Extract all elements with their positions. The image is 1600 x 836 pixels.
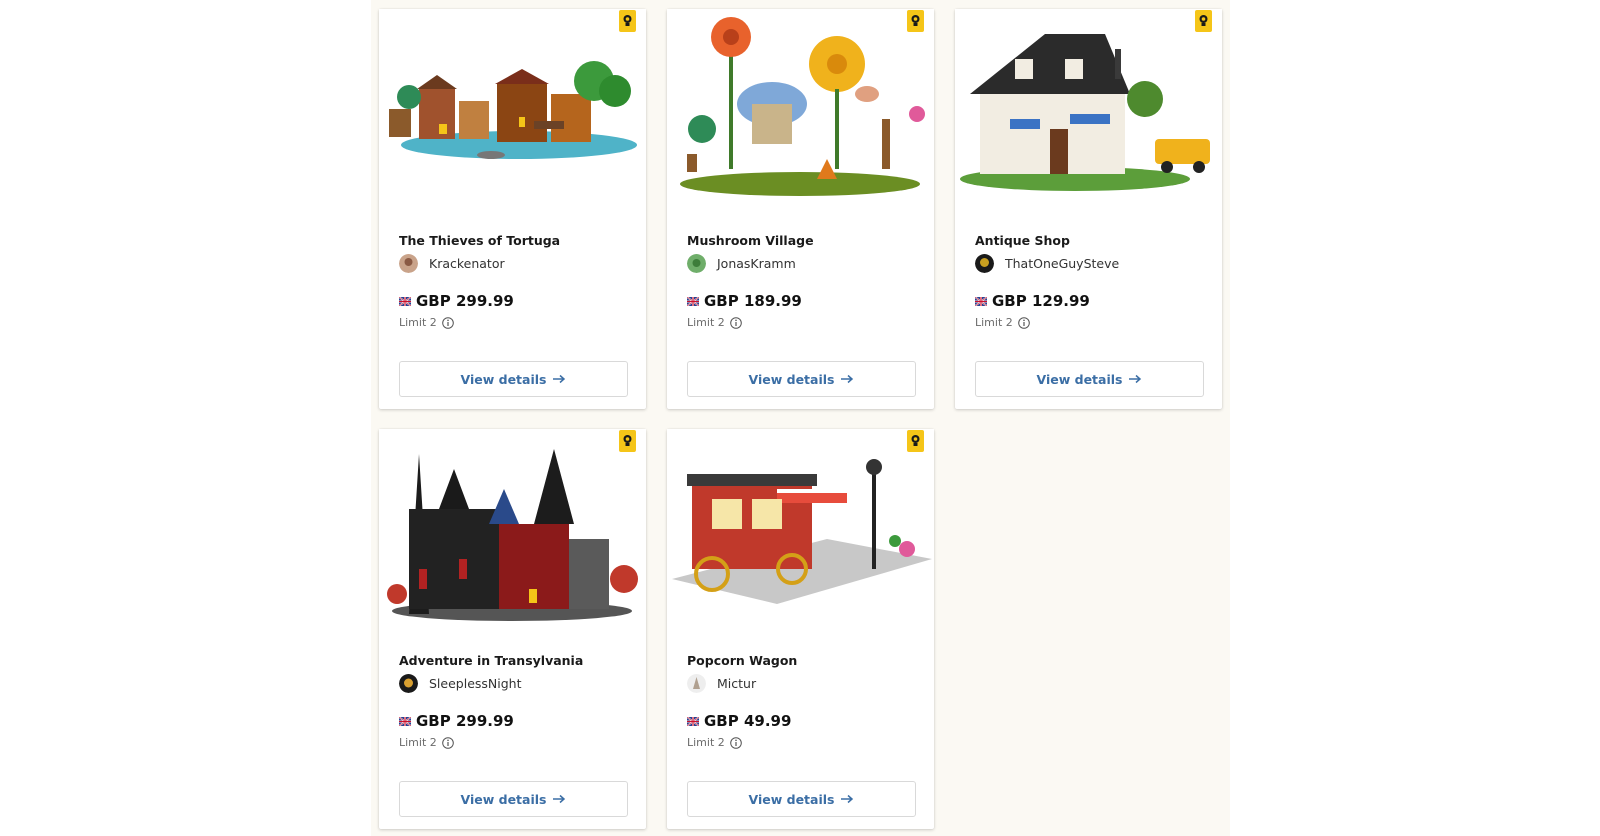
avatar	[399, 254, 418, 273]
creator-name[interactable]: Krackenator	[429, 256, 505, 271]
creator-info[interactable]: JonasKramm	[687, 254, 796, 273]
limit-label: Limit 2	[399, 316, 437, 329]
price: GBP 49.99	[687, 712, 791, 730]
ideas-badge	[1195, 10, 1212, 32]
product-title[interactable]: Antique Shop	[975, 233, 1070, 248]
lightbulb-icon	[623, 435, 632, 446]
lightbulb-icon	[911, 15, 920, 26]
arrow-right-icon	[553, 374, 566, 384]
limit-label: Limit 2	[399, 736, 437, 749]
product-image[interactable]	[667, 9, 934, 214]
price: GBP 129.99	[975, 292, 1090, 310]
avatar	[687, 674, 706, 693]
limit-label: Limit 2	[975, 316, 1013, 329]
price-value: GBP 129.99	[992, 292, 1090, 310]
product-title[interactable]: Mushroom Village	[687, 233, 814, 248]
avatar	[399, 674, 418, 693]
view-details-button[interactable]: View details	[975, 361, 1204, 397]
creator-info[interactable]: Krackenator	[399, 254, 505, 273]
ideas-badge	[907, 430, 924, 452]
product-image[interactable]	[379, 9, 646, 214]
uk-flag-icon	[687, 296, 699, 306]
purchase-limit: Limit 2	[975, 316, 1030, 329]
view-details-label: View details	[1036, 371, 1123, 387]
price-value: GBP 49.99	[704, 712, 792, 730]
price-value: GBP 189.99	[704, 292, 802, 310]
product-image[interactable]	[667, 429, 934, 634]
product-card[interactable]: Popcorn Wagon Mictur GBP 49.99 Limit 2 V…	[667, 429, 934, 829]
info-icon[interactable]	[729, 736, 742, 749]
view-details-button[interactable]: View details	[399, 781, 628, 817]
info-icon[interactable]	[441, 316, 454, 329]
ideas-badge	[907, 10, 924, 32]
uk-flag-icon	[399, 296, 411, 306]
lightbulb-icon	[1199, 15, 1208, 26]
arrow-right-icon	[841, 794, 854, 804]
avatar	[975, 254, 994, 273]
info-icon[interactable]	[1017, 316, 1030, 329]
creator-name[interactable]: JonasKramm	[717, 256, 796, 271]
price: GBP 299.99	[399, 292, 514, 310]
product-card[interactable]: Mushroom Village JonasKramm GBP 189.99 L…	[667, 9, 934, 409]
view-details-label: View details	[460, 791, 547, 807]
view-details-label: View details	[460, 371, 547, 387]
product-image[interactable]	[955, 9, 1222, 214]
info-icon[interactable]	[441, 736, 454, 749]
price: GBP 299.99	[399, 712, 514, 730]
creator-info[interactable]: Mictur	[687, 674, 756, 693]
info-icon[interactable]	[729, 316, 742, 329]
product-card[interactable]: Adventure in Transylvania SleeplessNight…	[379, 429, 646, 829]
product-card[interactable]: The Thieves of Tortuga Krackenator GBP 2…	[379, 9, 646, 409]
view-details-label: View details	[748, 791, 835, 807]
product-title[interactable]: Adventure in Transylvania	[399, 653, 583, 668]
ideas-badge	[619, 430, 636, 452]
lightbulb-icon	[623, 15, 632, 26]
arrow-right-icon	[553, 794, 566, 804]
creator-info[interactable]: ThatOneGuySteve	[975, 254, 1119, 273]
price: GBP 189.99	[687, 292, 802, 310]
creator-info[interactable]: SleeplessNight	[399, 674, 522, 693]
uk-flag-icon	[399, 716, 411, 726]
view-details-label: View details	[748, 371, 835, 387]
creator-name[interactable]: SleeplessNight	[429, 676, 522, 691]
purchase-limit: Limit 2	[399, 736, 454, 749]
view-details-button[interactable]: View details	[687, 361, 916, 397]
price-value: GBP 299.99	[416, 292, 514, 310]
limit-label: Limit 2	[687, 736, 725, 749]
purchase-limit: Limit 2	[687, 316, 742, 329]
price-value: GBP 299.99	[416, 712, 514, 730]
purchase-limit: Limit 2	[687, 736, 742, 749]
ideas-badge	[619, 10, 636, 32]
product-image[interactable]	[379, 429, 646, 634]
lightbulb-icon	[911, 435, 920, 446]
uk-flag-icon	[975, 296, 987, 306]
purchase-limit: Limit 2	[399, 316, 454, 329]
product-title[interactable]: Popcorn Wagon	[687, 653, 797, 668]
arrow-right-icon	[841, 374, 854, 384]
product-title[interactable]: The Thieves of Tortuga	[399, 233, 560, 248]
creator-name[interactable]: ThatOneGuySteve	[1005, 256, 1119, 271]
arrow-right-icon	[1129, 374, 1142, 384]
view-details-button[interactable]: View details	[687, 781, 916, 817]
avatar	[687, 254, 706, 273]
view-details-button[interactable]: View details	[399, 361, 628, 397]
limit-label: Limit 2	[687, 316, 725, 329]
uk-flag-icon	[687, 716, 699, 726]
creator-name[interactable]: Mictur	[717, 676, 756, 691]
product-card[interactable]: Antique Shop ThatOneGuySteve GBP 129.99 …	[955, 9, 1222, 409]
